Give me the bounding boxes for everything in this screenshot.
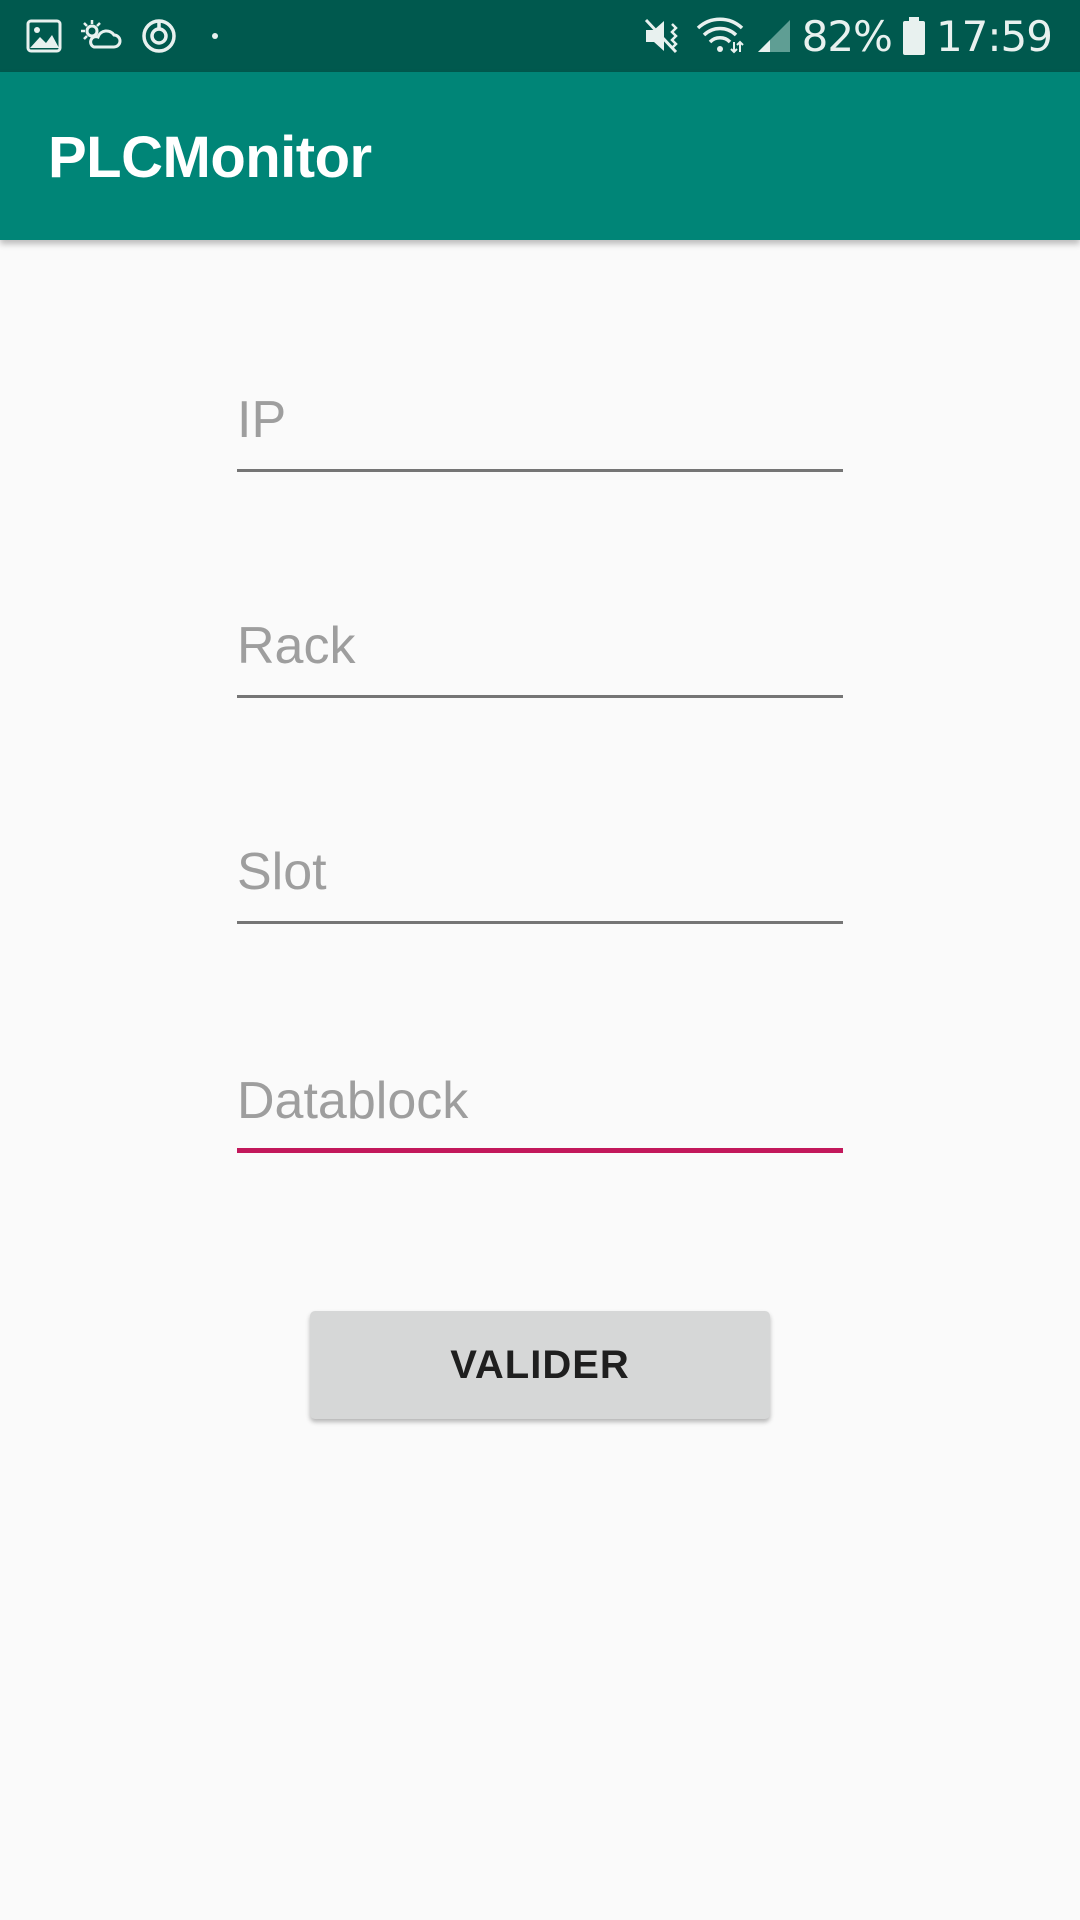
rack-input[interactable] [237, 598, 843, 694]
battery-icon [902, 16, 926, 56]
app-title: PLCMonitor [48, 125, 372, 190]
ip-field[interactable] [237, 372, 843, 472]
ip-input[interactable] [237, 372, 843, 468]
slot-underline [237, 921, 843, 924]
datablock-field[interactable] [237, 1053, 843, 1153]
valider-button[interactable]: VALIDER [310, 1311, 770, 1419]
status-left-icons [26, 14, 218, 58]
wifi-icon [696, 16, 746, 56]
signal-icon [756, 18, 792, 54]
datablock-underline [237, 1148, 843, 1153]
battery-percent: 82% [801, 11, 893, 61]
app-bar: PLCMonitor [0, 72, 1080, 240]
vibrate-icon [642, 16, 686, 56]
dot-icon [212, 33, 218, 39]
status-bar: 82% 17:59 [0, 0, 1080, 72]
rack-field[interactable] [237, 598, 843, 698]
slot-field[interactable] [237, 824, 843, 924]
clock: 17:59 [935, 11, 1053, 61]
app-screen: 82% 17:59 PLCMonitor VALIDER [0, 0, 1080, 1920]
sync-icon [140, 17, 178, 55]
weather-icon [80, 19, 122, 53]
gallery-icon [26, 19, 62, 53]
status-right-icons: 82% 17:59 [642, 10, 1053, 62]
slot-input[interactable] [237, 824, 843, 920]
rack-underline [237, 695, 843, 698]
datablock-input[interactable] [237, 1053, 843, 1149]
ip-underline [237, 469, 843, 472]
